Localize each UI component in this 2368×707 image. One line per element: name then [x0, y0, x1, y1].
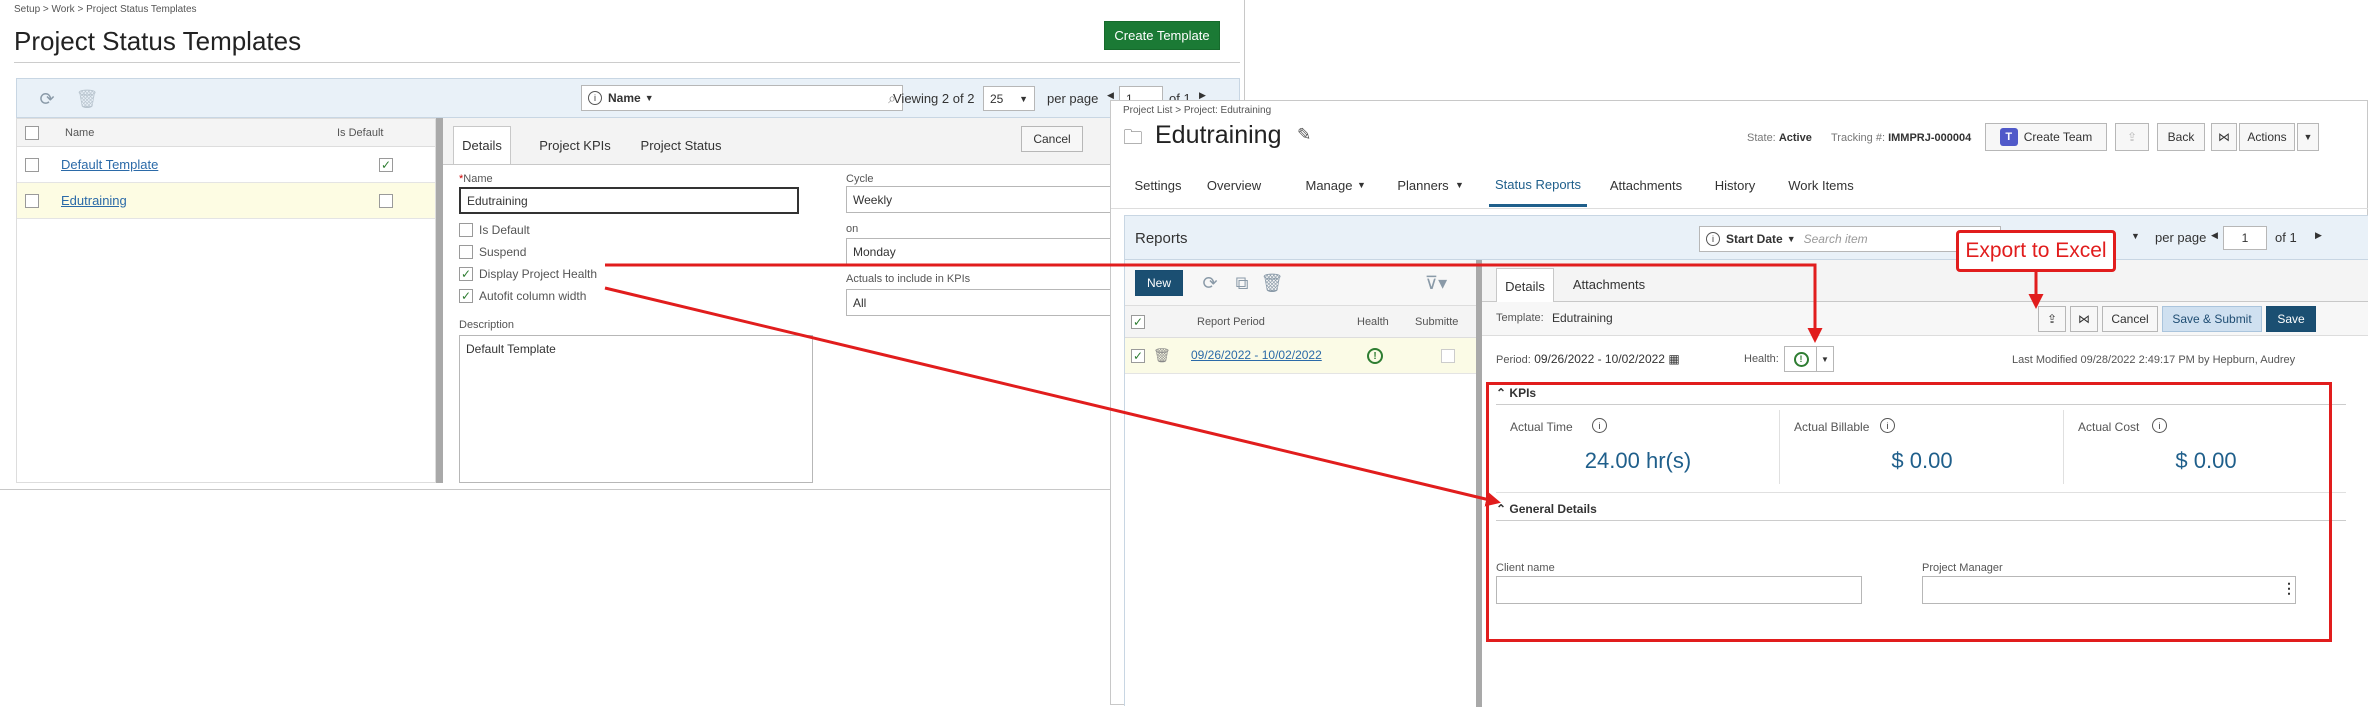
annotation-arrows	[604, 263, 2044, 507]
arrow-autofit	[604, 286, 1501, 507]
arrow-health	[605, 263, 1823, 343]
